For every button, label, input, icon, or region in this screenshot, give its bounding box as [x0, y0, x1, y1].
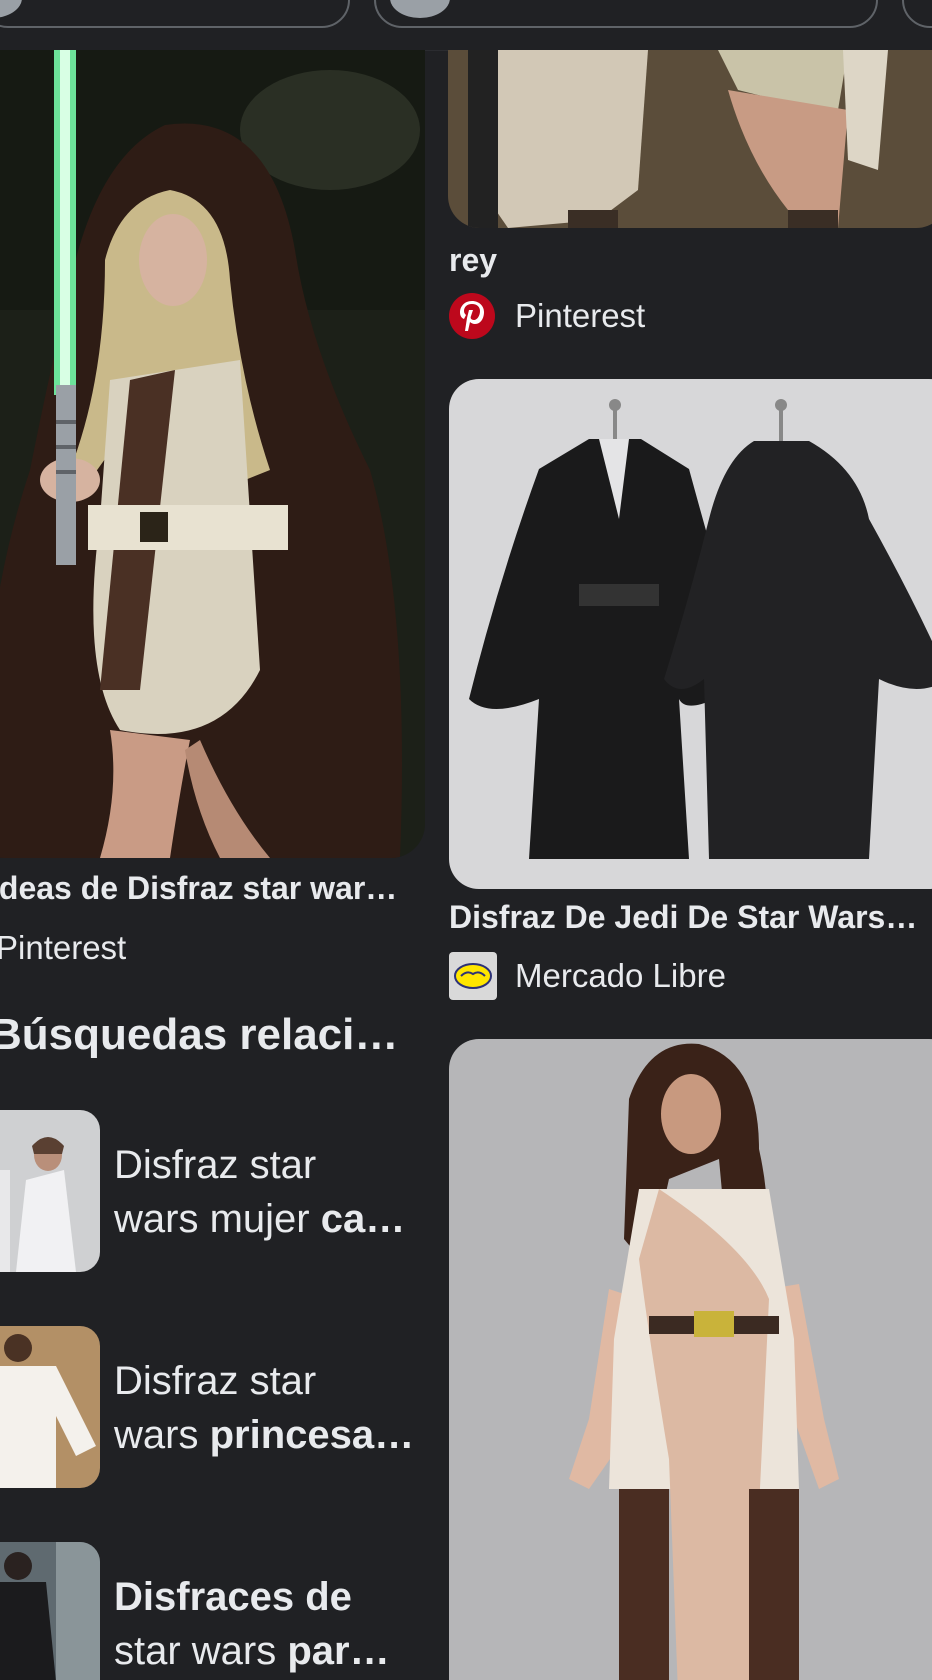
filter-chip-strip [0, 0, 932, 51]
filter-chip[interactable] [374, 0, 878, 28]
related-search-text: Disfraz star wars mujer ca… [114, 1143, 406, 1241]
result-source[interactable]: Pinterest [0, 924, 126, 972]
result-source[interactable]: Pinterest [449, 292, 645, 340]
filter-chip[interactable] [902, 0, 932, 28]
result-image-jedi-costume[interactable] [449, 1039, 932, 1680]
related-search-item[interactable]: Disfraces de star wars par… [0, 1542, 420, 1680]
result-title[interactable]: Ideas de Disfraz star war… [0, 870, 410, 907]
image-results-page: Ideas de Disfraz star war… Pinterest Bús… [0, 0, 932, 1680]
pinterest-icon [449, 293, 495, 339]
result-source[interactable]: Mercado Libre [449, 952, 726, 1000]
source-name: Pinterest [515, 297, 646, 334]
related-thumbnail [0, 1326, 100, 1488]
result-title[interactable]: Disfraz De Jedi De Star Wars… [449, 899, 932, 936]
result-image-jedi-woman[interactable] [0, 50, 425, 858]
related-thumbnail [0, 1110, 100, 1272]
chip-thumbnail [390, 0, 450, 18]
related-thumbnail [0, 1542, 100, 1680]
source-name: Mercado Libre [515, 957, 726, 994]
result-image-rey[interactable] [448, 50, 932, 228]
source-name: Pinterest [0, 929, 127, 966]
related-search-item[interactable]: Disfraz star wars princesa… [0, 1326, 420, 1490]
mercado-libre-icon [449, 952, 497, 1000]
result-image-jedi-robes[interactable] [449, 379, 932, 889]
filter-chip[interactable] [0, 0, 350, 28]
related-search-item[interactable]: Disfraz star wars mujer ca… [0, 1110, 420, 1274]
related-search-text: Disfraces de star wars par… [114, 1575, 390, 1673]
related-searches-heading: Búsquedas relaciona… [0, 1010, 410, 1059]
related-search-text: Disfraz star wars princesa… [114, 1359, 414, 1457]
chip-thumbnail [0, 0, 22, 18]
result-title[interactable]: rey [449, 242, 929, 279]
